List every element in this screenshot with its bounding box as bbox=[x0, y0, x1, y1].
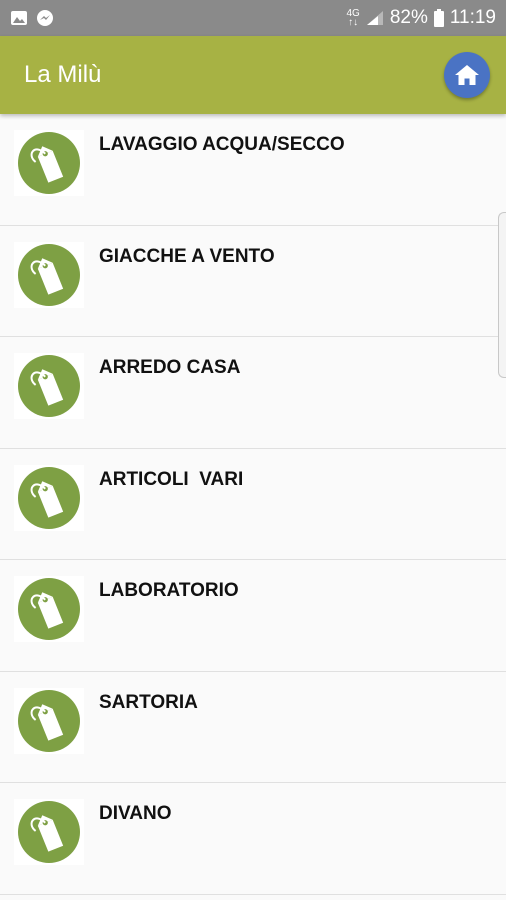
item-label: GIACCHE A VENTO bbox=[99, 245, 275, 267]
icon-circle bbox=[18, 243, 80, 306]
item-icon-box bbox=[14, 353, 84, 419]
price-tag-icon bbox=[30, 592, 64, 629]
gallery-icon bbox=[11, 11, 27, 25]
item-icon-box bbox=[14, 799, 84, 865]
network-indicator: 4G ↑↓ bbox=[346, 9, 359, 28]
price-tag-icon bbox=[30, 815, 64, 852]
item-icon-box bbox=[14, 687, 84, 754]
battery-icon bbox=[433, 9, 444, 27]
network-arrows: ↑↓ bbox=[348, 17, 359, 28]
item-label: LABORATORIO bbox=[99, 580, 239, 601]
list-item[interactable]: ARREDO CASA bbox=[0, 337, 506, 449]
icon-circle bbox=[18, 578, 80, 640]
item-icon-box bbox=[14, 576, 84, 642]
icon-circle bbox=[18, 132, 80, 194]
scrollbar[interactable] bbox=[498, 212, 506, 378]
signal-icon bbox=[366, 11, 383, 25]
list-item[interactable]: SARTORIA bbox=[0, 671, 506, 783]
icon-circle bbox=[18, 355, 80, 417]
item-icon-box bbox=[14, 464, 84, 531]
price-tag-icon bbox=[30, 703, 64, 741]
item-icon-box bbox=[14, 241, 84, 308]
list-item[interactable]: ARTICOLI VARI bbox=[0, 448, 506, 560]
price-tag-icon bbox=[30, 146, 64, 183]
item-label: DIVANO bbox=[99, 803, 172, 824]
status-bar-notifications bbox=[10, 9, 54, 27]
home-icon bbox=[455, 65, 479, 85]
category-list: LAVAGGIO ACQUA/SECCO GIACCHE A VENTO ARR… bbox=[0, 114, 506, 900]
item-icon-box bbox=[14, 130, 84, 196]
price-tag-icon bbox=[30, 369, 64, 406]
list-item[interactable]: LAVAGGIO ACQUA/SECCO bbox=[0, 114, 506, 226]
list-item[interactable]: GIACCHE A VENTO bbox=[0, 225, 506, 337]
item-label: SARTORIA bbox=[99, 691, 198, 713]
app-title: La Milù bbox=[24, 61, 102, 88]
price-tag-icon bbox=[30, 257, 64, 295]
status-bar: 4G ↑↓ 82% 11:19 bbox=[0, 0, 506, 36]
list-item[interactable]: LABORATORIO bbox=[0, 560, 506, 672]
battery-percent: 82% bbox=[389, 7, 428, 28]
item-label: LAVAGGIO ACQUA/SECCO bbox=[99, 134, 345, 155]
status-bar-system: 4G ↑↓ 82% 11:19 bbox=[346, 7, 496, 29]
messenger-icon bbox=[37, 10, 53, 26]
icon-circle bbox=[18, 466, 80, 529]
app-bar: La Milù bbox=[0, 36, 506, 114]
home-button[interactable] bbox=[444, 52, 490, 98]
item-label: ARTICOLI VARI bbox=[99, 468, 244, 490]
icon-circle bbox=[18, 801, 80, 863]
list-item[interactable]: DIVANO bbox=[0, 783, 506, 895]
clock: 11:19 bbox=[449, 7, 496, 28]
item-label: ARREDO CASA bbox=[99, 357, 241, 378]
price-tag-icon bbox=[30, 480, 64, 518]
icon-circle bbox=[18, 689, 80, 752]
